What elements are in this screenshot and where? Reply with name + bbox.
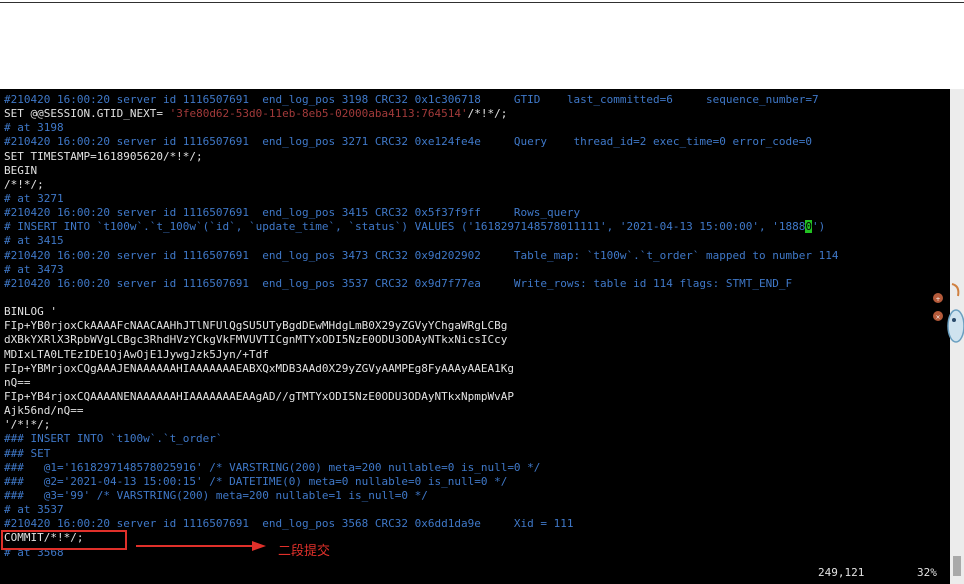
- page-top-area: [0, 0, 964, 89]
- binlog-line: # INSERT INTO `t100w`.`t_100w`(`id`, `up…: [4, 220, 826, 234]
- top-divider: [0, 2, 964, 3]
- binlog-line: #210420 16:00:20 server id 1116507691 en…: [4, 276, 793, 290]
- binlog-line: Ajk56nd/nQ==: [4, 404, 84, 418]
- binlog-line: #210420 16:00:20 server id 1116507691 en…: [4, 206, 581, 220]
- scrollbar-thumb[interactable]: [953, 556, 961, 576]
- binlog-line: # at 3537: [4, 503, 64, 517]
- binlog-line: ### INSERT INTO `t100w`.`t_order`: [4, 432, 223, 446]
- binlog-line: BINLOG ': [4, 305, 57, 319]
- side-mascot-icon: + ×: [933, 283, 964, 343]
- binlog-line: nQ==: [4, 375, 31, 389]
- commit-highlight-box: [1, 530, 127, 550]
- binlog-line: SET @@SESSION.GTID_NEXT= '3fe80d62-53d0-…: [4, 107, 508, 121]
- binlog-line: FIp+YB0rjoxCkAAAAFcNAACAAHhJTlNFUlQgSU5U…: [4, 319, 508, 333]
- binlog-line: ### @2='2021-04-13 15:00:15' /* DATETIME…: [4, 474, 508, 488]
- binlog-line: SET TIMESTAMP=1618905620/*!*/;: [4, 149, 203, 163]
- text-cursor: 0: [805, 220, 812, 234]
- binlog-line: # at 3473: [4, 262, 64, 276]
- binlog-line: /*!*/;: [4, 177, 44, 191]
- binlog-line: BEGIN: [4, 163, 38, 177]
- annotation-arrow-icon: [136, 541, 266, 551]
- binlog-line: #210420 16:00:20 server id 1116507691 en…: [4, 135, 812, 149]
- cursor-position: 249,121: [818, 566, 865, 579]
- svg-text:+: +: [935, 296, 940, 303]
- binlog-line: #210420 16:00:20 server id 1116507691 en…: [4, 93, 819, 106]
- binlog-output: #210420 16:00:20 server id 1116507691 en…: [4, 93, 950, 560]
- binlog-line: ### @1='1618297148578025916' /* VARSTRIN…: [4, 460, 541, 474]
- binlog-line: FIp+YB4rjoxCQAAAANENAAAAAAHIAAAAAAAEAAgA…: [4, 389, 514, 403]
- binlog-line: dXBkYXRlX3RpbWVgLCBgc3RhdHVzYCkgVkFMVUVT…: [4, 333, 508, 347]
- binlog-line: [4, 291, 950, 305]
- binlog-line: '/*!*/;: [4, 418, 51, 432]
- binlog-line: FIp+YBMrjoxCQgAAAJENAAAAAAHIAAAAAAAEABXQ…: [4, 361, 514, 375]
- binlog-line: # at 3198: [4, 121, 64, 135]
- vim-status-bar: 249,121 32%: [0, 562, 950, 584]
- terminal-window[interactable]: #210420 16:00:20 server id 1116507691 en…: [0, 89, 950, 584]
- binlog-line: ### @3='99' /* VARSTRING(200) meta=200 n…: [4, 488, 428, 502]
- binlog-line: #210420 16:00:20 server id 1116507691 en…: [4, 248, 839, 262]
- binlog-line: # at 3415: [4, 234, 64, 248]
- svg-text:×: ×: [935, 314, 940, 321]
- two-phase-commit-annotation: 二段提交: [278, 544, 331, 559]
- binlog-line: #210420 16:00:20 server id 1116507691 en…: [4, 517, 574, 531]
- binlog-line: # at 3271: [4, 191, 64, 205]
- binlog-line: ### SET: [4, 446, 51, 460]
- binlog-line: MDIxLTA0LTEzIDE1OjAwOjE1JywgJzk5Jyn/+Tdf: [4, 347, 269, 361]
- scroll-percent: 32%: [917, 566, 937, 579]
